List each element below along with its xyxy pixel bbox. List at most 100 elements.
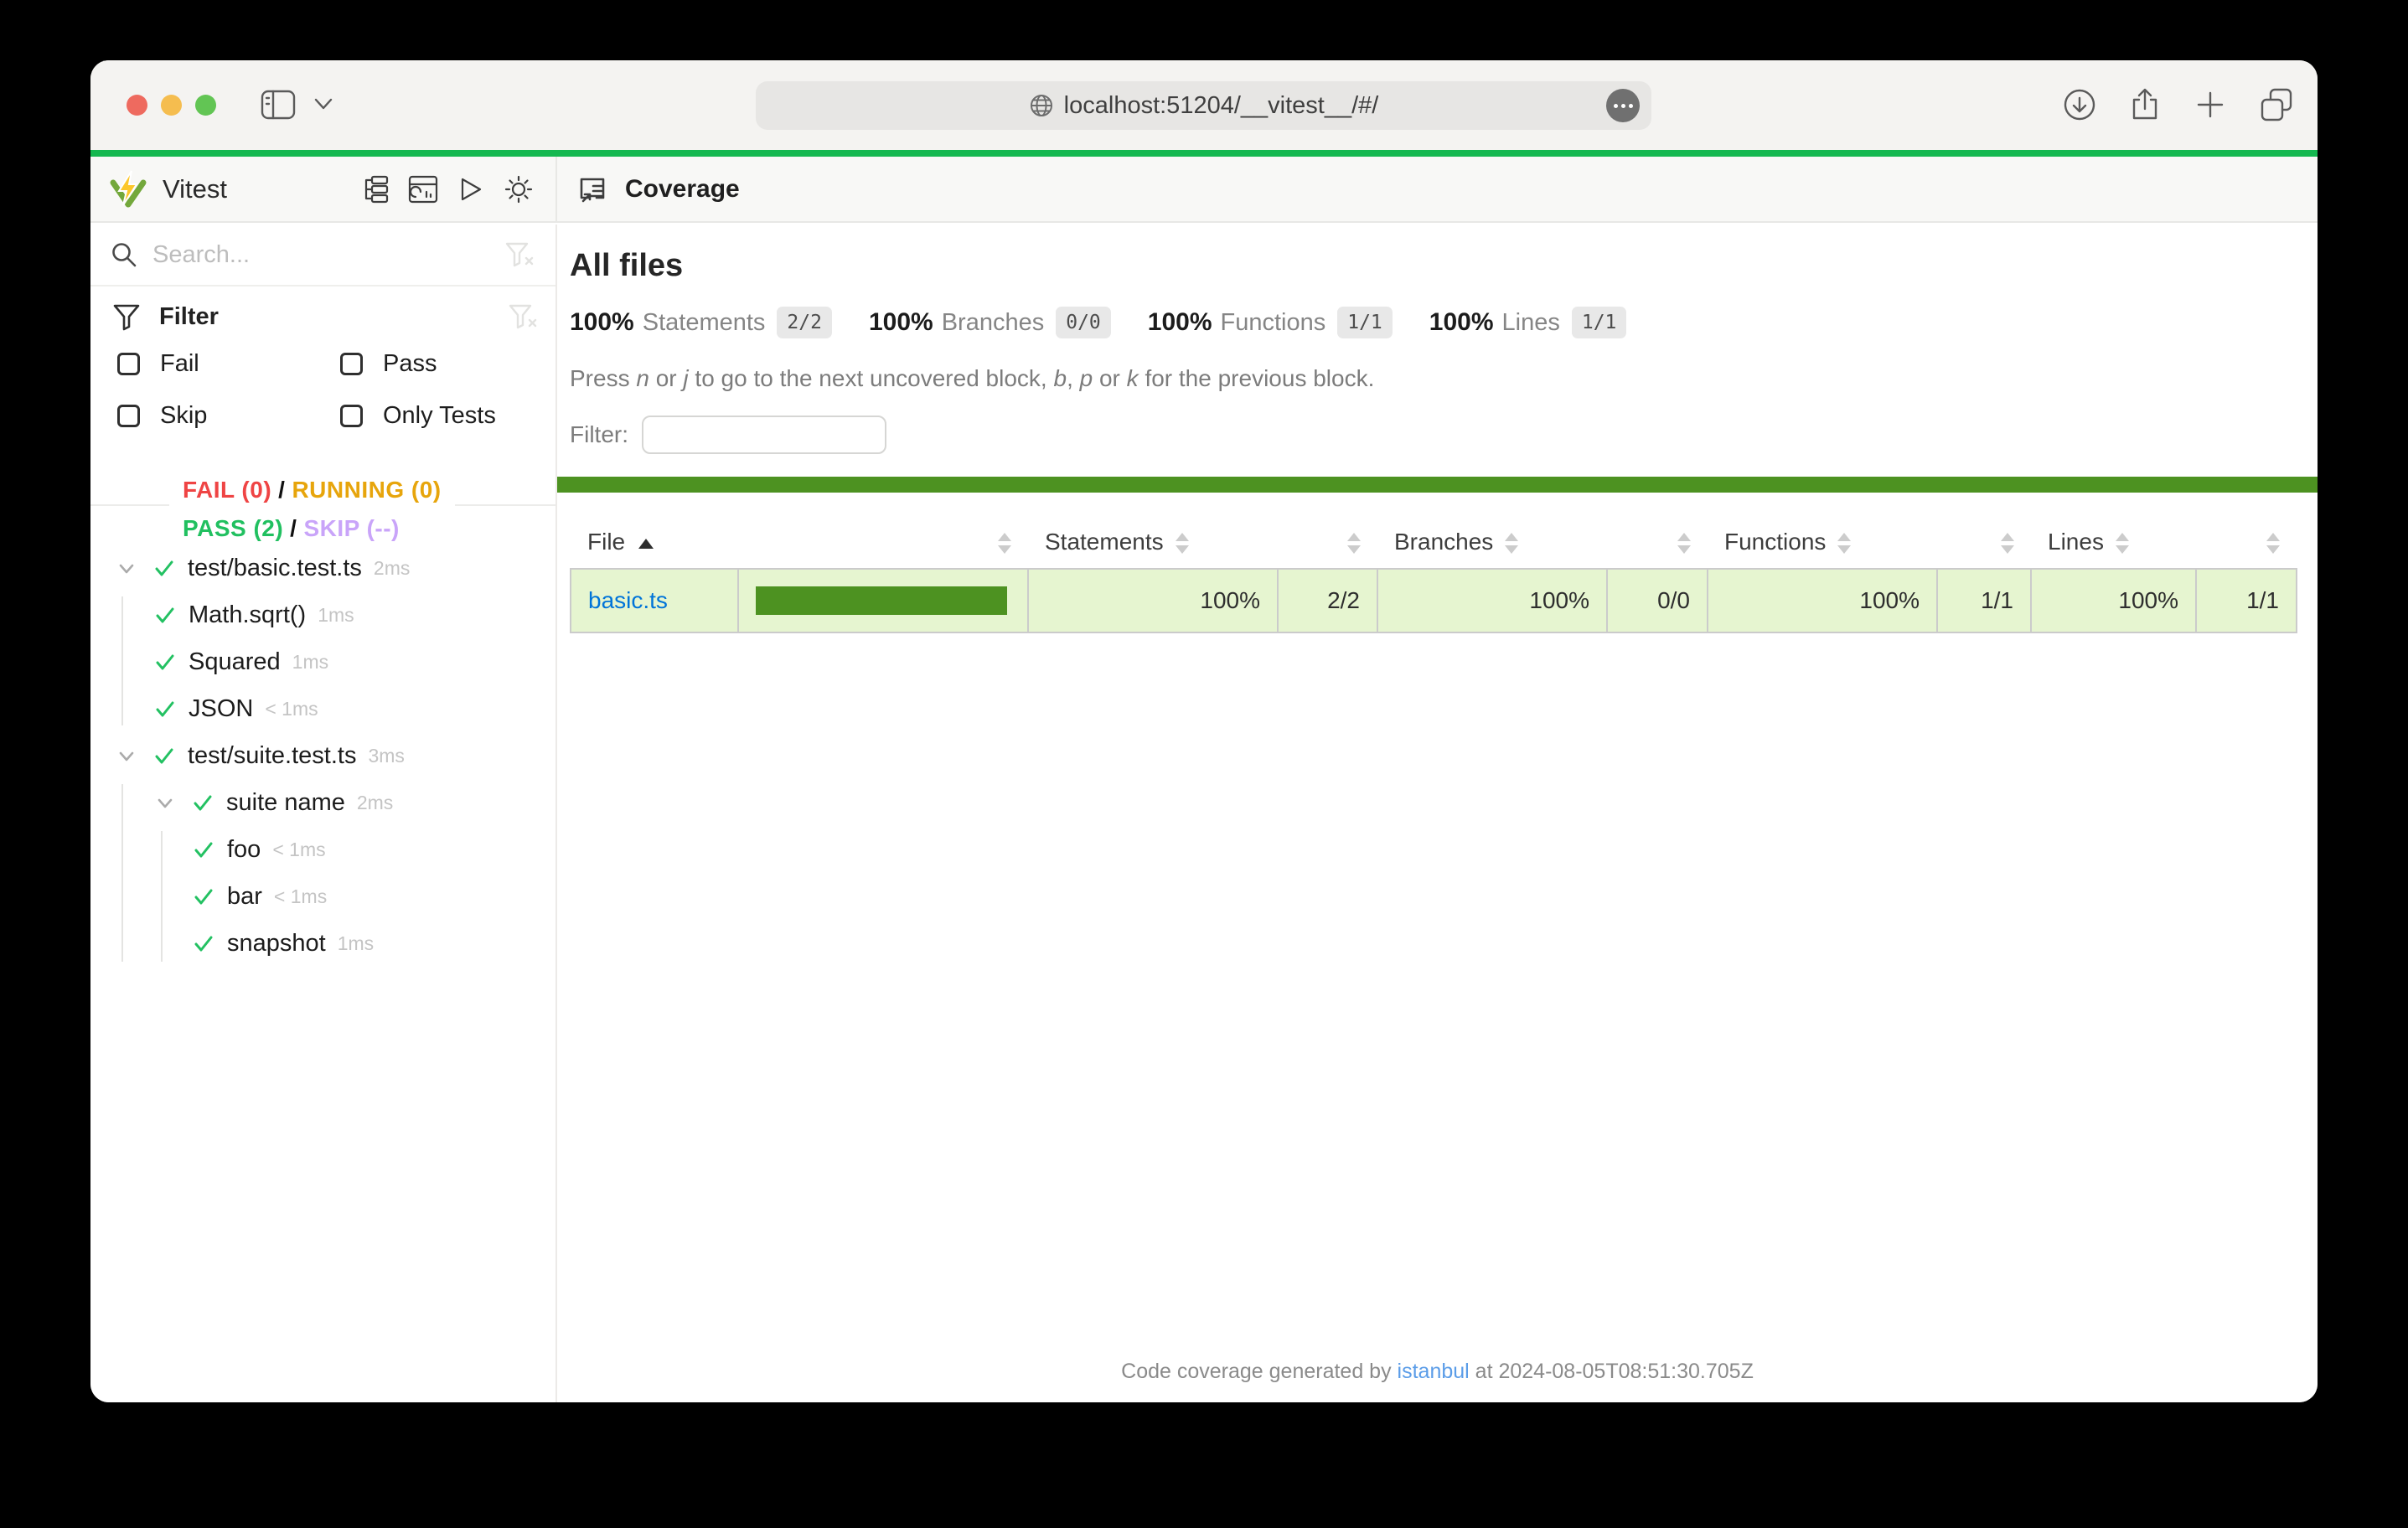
test-counts: FAIL (0)/RUNNING (0) PASS (2)/SKIP (--) [169,474,455,544]
checkbox-fail-label[interactable]: Fail [160,350,199,378]
checkbox-only-tests[interactable] [340,405,363,427]
column-header-statements[interactable]: Statements [1028,516,1278,569]
sort-icon [998,533,1011,554]
tree-item-basic-test-file[interactable]: test/basic.test.ts 2ms [90,545,555,591]
clear-search-filter-icon[interactable] [505,241,534,268]
test-duration: < 1ms [265,698,318,720]
tree-item-json[interactable]: JSON < 1ms [90,685,555,732]
file-link[interactable]: basic.ts [588,587,668,613]
branches-abs-cell: 0/0 [1607,569,1708,632]
file-filter-input[interactable] [642,416,886,454]
file-filter-row: Filter: [570,416,886,454]
chevron-down-icon[interactable] [153,791,177,814]
sort-icon [2001,533,2014,554]
check-pass-icon [153,650,177,674]
chevron-down-icon[interactable] [115,556,138,580]
test-duration: < 1ms [274,885,327,908]
page-settings-button[interactable] [1606,89,1640,122]
coverage-status-line [557,477,2318,493]
dashboard-icon[interactable] [408,175,438,204]
tree-item-math-sqrt[interactable]: Math.sqrt() 1ms [90,591,555,638]
toggle-theme-icon[interactable] [504,174,534,204]
test-name: Math.sqrt() [189,601,306,629]
share-icon[interactable] [2126,86,2163,123]
column-header-functions-abs[interactable] [1937,516,2031,569]
search-row [90,225,555,286]
test-duration: 1ms [318,604,354,627]
column-header-statements-abs[interactable] [1278,516,1377,569]
browser-toolbar: localhost:51204/__vitest__/#/ [90,60,2318,150]
clear-filter-icon[interactable] [509,303,537,330]
page-title: Coverage [625,175,740,204]
tree-item-squared[interactable]: Squared 1ms [90,638,555,685]
test-duration: 1ms [338,932,374,955]
checkbox-pass[interactable] [340,353,363,375]
checkbox-pass-label[interactable]: Pass [383,350,437,378]
app-header: Vitest [90,157,2318,223]
checkbox-only-tests-label[interactable]: Only Tests [383,402,496,430]
test-name: bar [227,883,262,911]
fraction-badge: 0/0 [1056,307,1111,338]
istanbul-link[interactable]: istanbul [1398,1360,1470,1383]
file-filter-label: Filter: [570,421,628,448]
sidebar: Filter Fail Pass Skip Only Tests [90,225,557,1402]
column-header-lines[interactable]: Lines [2031,516,2196,569]
tree-view-icon[interactable] [360,175,389,204]
functions-pct-cell: 100% [1708,569,1937,632]
tree-item-suite-test-file[interactable]: test/suite.test.ts 3ms [90,732,555,779]
tab-overview-icon[interactable] [2257,86,2296,123]
search-input[interactable] [152,241,505,269]
vitest-logo-icon [109,170,147,209]
toolbar-actions [2061,86,2296,123]
check-pass-icon [152,744,176,767]
filter-section-title: Filter [159,303,219,331]
sort-icon [2116,533,2129,554]
tree-indent-guide [161,831,163,962]
sort-icon [1176,533,1189,554]
stat-lines: 100%Lines1/1 [1429,307,1627,338]
functions-abs-cell: 1/1 [1937,569,2031,632]
filter-section: Filter Fail Pass Skip Only Tests [109,298,537,439]
checkbox-skip[interactable] [117,405,140,427]
column-header-functions[interactable]: Functions [1708,516,1937,569]
address-bar[interactable]: localhost:51204/__vitest__/#/ [756,81,1651,130]
chevron-down-icon[interactable] [313,97,333,111]
test-duration: 3ms [368,745,404,767]
check-pass-icon [192,885,215,908]
sort-icon [1505,533,1518,554]
run-all-tests-icon[interactable] [457,175,484,204]
minimize-window-button[interactable] [161,95,182,116]
test-duration: 2ms [357,792,393,814]
column-header-branches-abs[interactable] [1607,516,1708,569]
column-header-chart-sorter[interactable] [738,516,1028,569]
column-header-branches[interactable]: Branches [1377,516,1607,569]
new-tab-icon[interactable] [2192,86,2229,123]
chevron-down-icon[interactable] [115,744,138,767]
report-footer: Code coverage generated by istanbul at 2… [557,1360,2318,1384]
checkbox-skip-label[interactable]: Skip [160,402,207,430]
close-window-button[interactable] [127,95,147,116]
tree-item-suite-name[interactable]: suite name 2ms [90,779,555,826]
lines-pct-cell: 100% [2031,569,2196,632]
checkbox-fail[interactable] [117,353,140,375]
test-name: foo [227,836,261,864]
test-name: test/suite.test.ts [188,742,356,770]
column-header-lines-abs[interactable] [2196,516,2297,569]
skip-count: SKIP (--) [303,515,399,541]
browser-sidebar-toggle-icon[interactable] [261,89,296,121]
test-duration: 1ms [292,651,328,674]
check-pass-icon [153,603,177,627]
fraction-badge: 2/2 [777,307,832,338]
stat-branches: 100%Branches0/0 [869,307,1111,338]
coverage-bar-cell [738,569,1028,632]
column-header-file[interactable]: File [571,516,738,569]
downloads-icon[interactable] [2061,86,2098,123]
sort-icon [1677,533,1691,554]
coverage-header: Coverage [557,157,2318,221]
filter-funnel-icon [112,302,141,331]
check-pass-icon [192,838,215,861]
fail-count: FAIL (0) [183,477,271,503]
pass-count: PASS (2) [183,515,283,541]
test-name: snapshot [227,930,326,958]
zoom-window-button[interactable] [195,95,216,116]
